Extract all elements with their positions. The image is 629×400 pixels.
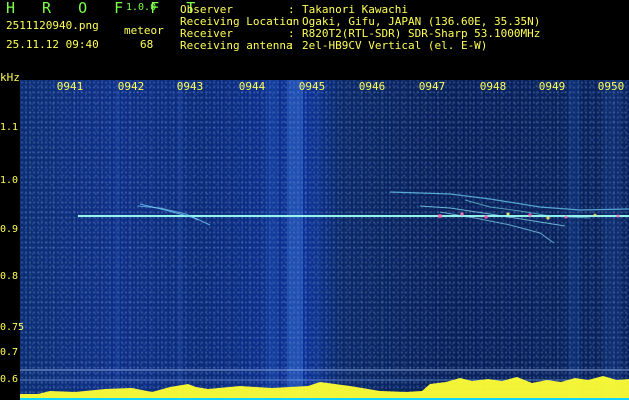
header-panel: H R O F F T 1.0.0 2511120940.png meteor … (0, 0, 629, 74)
frequency-label-0-6: 0.6 (0, 374, 19, 385)
plot-background (20, 80, 629, 400)
vertical-band-1 (115, 80, 120, 400)
trail-3 (389, 191, 629, 211)
meteor-hotspot-4 (506, 212, 510, 216)
meteor-count: 68 (140, 38, 154, 51)
frequency-label-0-8: 0.8 (0, 271, 19, 282)
trail-4 (419, 205, 566, 227)
metadata-panel: Observer : Takanori Kawachi Receiving Lo… (180, 4, 620, 52)
frequency-label-0-75: 0.75 (0, 322, 25, 333)
meteor-hotspot-9 (616, 214, 620, 218)
antenna-label: Receiving antenna (180, 39, 293, 52)
frequency-label-1-1: 1.1 (0, 122, 19, 133)
frequency-label-0-7: 0.7 (0, 347, 19, 358)
trail-5 (439, 211, 555, 244)
file-name: 2511120940.png (6, 19, 99, 32)
meteor-hotspot-1 (438, 214, 442, 218)
spectrogram-plot (20, 80, 629, 400)
hrofft-window: H R O F F T 1.0.0 2511120940.png meteor … (0, 0, 629, 400)
frequency-label-0-9: 0.9 (0, 224, 19, 235)
trail-1 (139, 203, 211, 226)
bottom-signal-peaks (20, 376, 629, 400)
trail-6 (464, 199, 591, 219)
vertical-band-5 (314, 80, 320, 400)
meteor-hotspot-3 (484, 215, 488, 219)
mode-label: meteor (124, 24, 164, 37)
antenna-separator: : (288, 39, 295, 52)
vertical-band-6 (568, 80, 580, 400)
vertical-band-4 (287, 80, 303, 400)
vertical-band-3 (266, 80, 278, 400)
capture-datetime: 25.11.12 09:40 (6, 38, 99, 51)
metadata-antenna: Receiving antenna : 2el-HB9CV Vertical (… (180, 40, 620, 52)
meteor-hotspot-6 (546, 216, 550, 220)
meteor-hotspot-2 (460, 212, 464, 216)
app-brand: H R O F F T (6, 0, 205, 17)
app-version: 1.0.0 (126, 2, 157, 13)
vertical-band-2 (178, 80, 182, 400)
trail-2 (137, 205, 199, 221)
meteor-hotspot-5 (528, 213, 532, 217)
meteor-hotspot-8 (593, 213, 597, 217)
frequency-label-1-0: 1.0 (0, 175, 19, 186)
antenna-value: 2el-HB9CV Vertical (el. E-W) (302, 39, 488, 52)
meteor-hotspot-7 (564, 215, 568, 219)
frequency-unit-label: kHz (0, 71, 20, 84)
vertical-band-7 (603, 80, 621, 400)
spectrogram-svg (20, 80, 629, 400)
